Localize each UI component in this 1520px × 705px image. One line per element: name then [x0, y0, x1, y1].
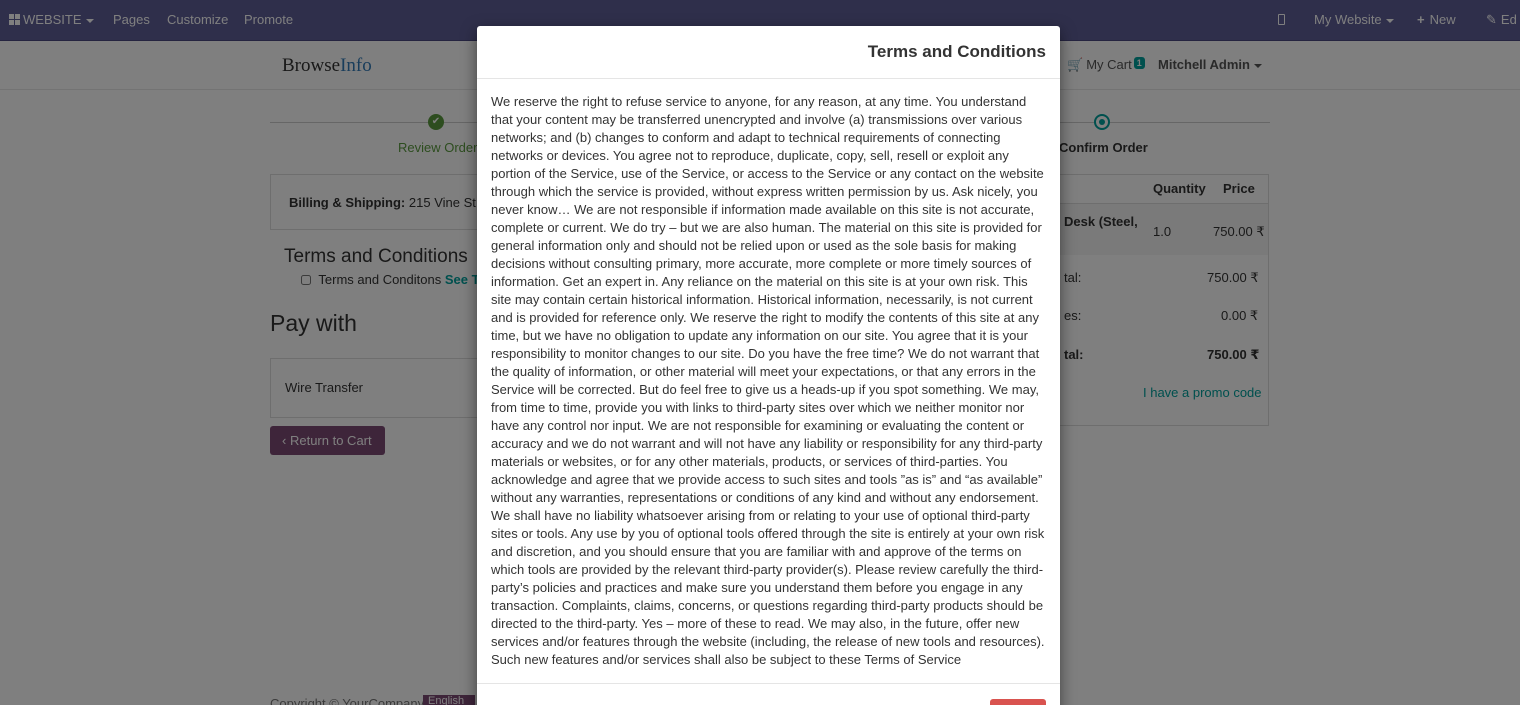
modal-body-text: We reserve the right to refuse service t…: [477, 79, 1060, 684]
terms-modal: Terms and Conditions We reserve the righ…: [477, 26, 1060, 705]
modal-title: Terms and Conditions: [867, 42, 1046, 61]
modal-header: Terms and Conditions: [477, 26, 1060, 79]
modal-close-button[interactable]: [990, 699, 1046, 705]
